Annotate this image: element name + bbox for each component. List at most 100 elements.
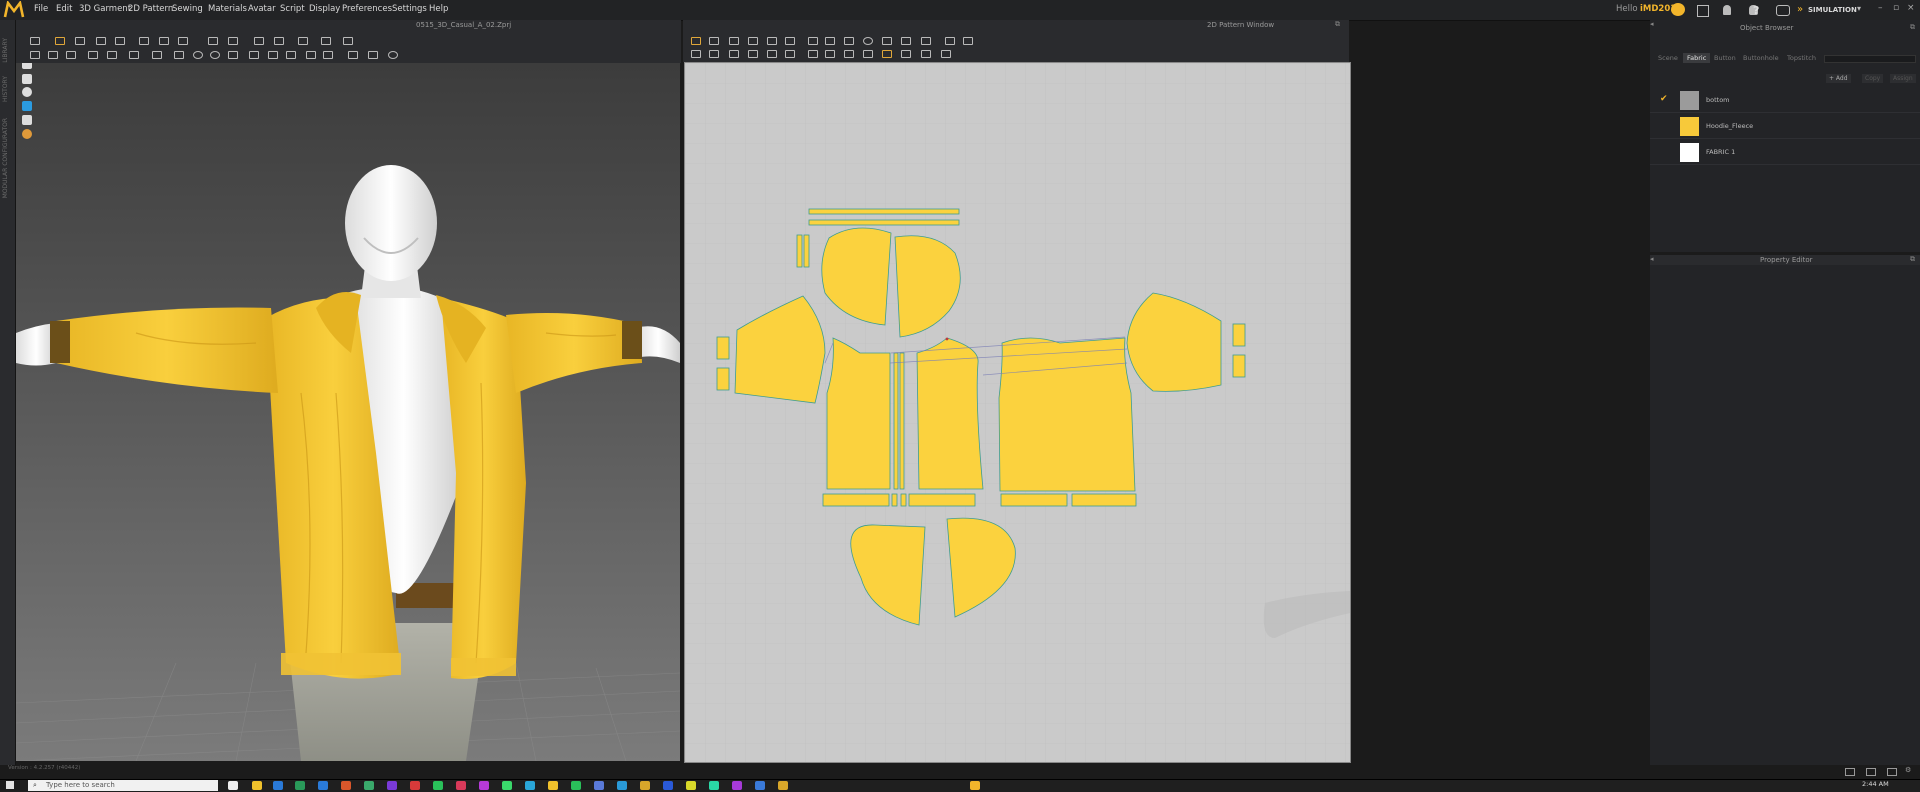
panel-pin-icon[interactable]: ◂ [1650, 20, 1654, 28]
history-tab[interactable]: HISTORY [2, 76, 9, 102]
sewing-icon[interactable] [137, 35, 149, 45]
line-icon[interactable] [226, 35, 238, 45]
app-icon-8[interactable] [594, 781, 604, 790]
tab-button[interactable]: Button [1714, 54, 1736, 62]
tape-icon[interactable] [206, 35, 218, 45]
arrange-icon[interactable] [28, 49, 40, 59]
notch-icon[interactable] [943, 35, 955, 45]
graphic-icon[interactable] [823, 48, 835, 58]
mail-icon[interactable] [318, 781, 328, 790]
strengthen-icon[interactable] [127, 49, 139, 59]
garment-icon[interactable] [1776, 5, 1790, 16]
internal-rectangle-icon[interactable] [899, 35, 911, 45]
rectangle-icon[interactable] [842, 35, 854, 45]
modular-configurator-tab[interactable]: MODULAR CONFIGURATOR [2, 118, 9, 198]
add-point-icon[interactable] [746, 35, 758, 45]
app-icon-9[interactable] [617, 781, 627, 790]
simulation-dropdown-icon[interactable]: ▾ [1857, 4, 1861, 13]
elastic-icon[interactable] [321, 49, 333, 59]
library-tab[interactable]: LIBRARY [2, 38, 9, 63]
shrink-icon[interactable] [105, 49, 117, 59]
internal-circle-icon[interactable] [919, 35, 931, 45]
free-sewing-icon[interactable] [176, 35, 188, 45]
dart-icon[interactable] [823, 35, 835, 45]
offset-icon[interactable] [806, 35, 818, 45]
pattern-pin-icon[interactable] [880, 48, 892, 58]
undock-2d-icon[interactable]: ⧉ [1335, 20, 1340, 29]
polygon-icon[interactable] [765, 35, 777, 45]
zipper-icon[interactable] [304, 49, 316, 59]
chrome-icon[interactable] [295, 781, 305, 790]
close-icon[interactable]: × [1907, 3, 1915, 13]
tab-scene[interactable]: Scene [1658, 54, 1678, 62]
undock-property-icon[interactable]: ⧉ [1910, 255, 1915, 264]
start-icon[interactable] [6, 781, 14, 789]
transform-icon[interactable] [73, 35, 85, 45]
menu-script[interactable]: Script [280, 4, 305, 14]
edit-pattern-icon[interactable] [707, 35, 719, 45]
viewport-3d[interactable] [16, 63, 680, 761]
curve-point-icon[interactable] [783, 35, 795, 45]
edge-icon[interactable] [273, 781, 283, 790]
settings-gear-icon[interactable]: ⚙ [1905, 766, 1911, 774]
layer-icon[interactable] [284, 49, 296, 59]
avatar-measure-icon[interactable] [266, 49, 278, 59]
tuck-icon[interactable] [64, 49, 76, 59]
app-icon-12[interactable] [686, 781, 696, 790]
pin-icon[interactable] [113, 35, 125, 45]
spotify-icon[interactable] [571, 781, 581, 790]
app-icon-11[interactable] [663, 781, 673, 790]
premiere-icon[interactable] [387, 781, 397, 790]
app-icon-2[interactable] [433, 781, 443, 790]
edit-sewing-icon[interactable] [765, 48, 777, 58]
layout-split-icon[interactable] [1866, 768, 1876, 776]
view-garment-icon[interactable] [22, 63, 32, 69]
trim-icon[interactable] [346, 49, 358, 59]
topstitch-icon[interactable] [172, 49, 184, 59]
app-icon-15[interactable] [755, 781, 765, 790]
property-pin-icon[interactable]: ◂ [1650, 255, 1654, 263]
ruler-icon[interactable] [247, 49, 259, 59]
tab-fabric[interactable]: Fabric [1683, 53, 1711, 63]
app-icon-7[interactable] [548, 781, 558, 790]
menu-3d-garment[interactable]: 3D Garment [79, 4, 131, 14]
tab-buttonhole[interactable]: Buttonhole [1743, 54, 1779, 62]
app-icon-1[interactable] [364, 781, 374, 790]
puckering-icon[interactable] [150, 49, 162, 59]
pattern-window-2d[interactable] [684, 62, 1351, 763]
view-skin-icon[interactable] [22, 129, 32, 139]
edit-seam-allowance-icon[interactable] [707, 48, 719, 58]
pin-arrange-icon[interactable] [46, 49, 58, 59]
seam-allowance-icon[interactable] [689, 48, 701, 58]
view-fabric-icon[interactable] [22, 101, 32, 111]
edit-texture-icon[interactable] [806, 48, 818, 58]
menu-edit[interactable]: Edit [56, 4, 72, 14]
measure-icon[interactable] [226, 49, 238, 59]
add-fabric-button[interactable]: + Add [1826, 74, 1851, 83]
menu-settings[interactable]: Settings [392, 4, 427, 14]
app-icon-5[interactable] [502, 781, 512, 790]
help-icon[interactable]: ? [1753, 4, 1759, 17]
app-icon-14[interactable] [732, 781, 742, 790]
cloud-icon[interactable] [1671, 3, 1685, 16]
view-avatar-icon[interactable] [22, 87, 32, 97]
fabric-row-fabric-1[interactable]: FABRIC 1 [1650, 140, 1920, 165]
circle-tool-icon[interactable] [208, 49, 220, 59]
taskview-icon[interactable] [228, 781, 238, 790]
trace-icon[interactable] [961, 35, 973, 45]
menu-preferences[interactable]: Preferences [342, 4, 392, 14]
menu-sewing[interactable]: Sewing [172, 4, 203, 14]
symmetric-icon[interactable] [919, 48, 931, 58]
fold-icon[interactable] [94, 35, 106, 45]
store-icon[interactable] [341, 781, 351, 790]
app-icon-4[interactable] [479, 781, 489, 790]
buttonhole-icon[interactable] [272, 35, 284, 45]
button-icon[interactable] [252, 35, 264, 45]
user-icon[interactable] [1723, 5, 1731, 15]
menu-avatar[interactable]: Avatar [248, 4, 276, 14]
browser-search-input[interactable] [1824, 55, 1916, 63]
assign-fabric-button[interactable]: Assign [1890, 74, 1916, 83]
app-icon-3[interactable] [456, 781, 466, 790]
copy-fabric-button[interactable]: Copy [1862, 74, 1884, 83]
layout-single-icon[interactable] [1845, 768, 1855, 776]
